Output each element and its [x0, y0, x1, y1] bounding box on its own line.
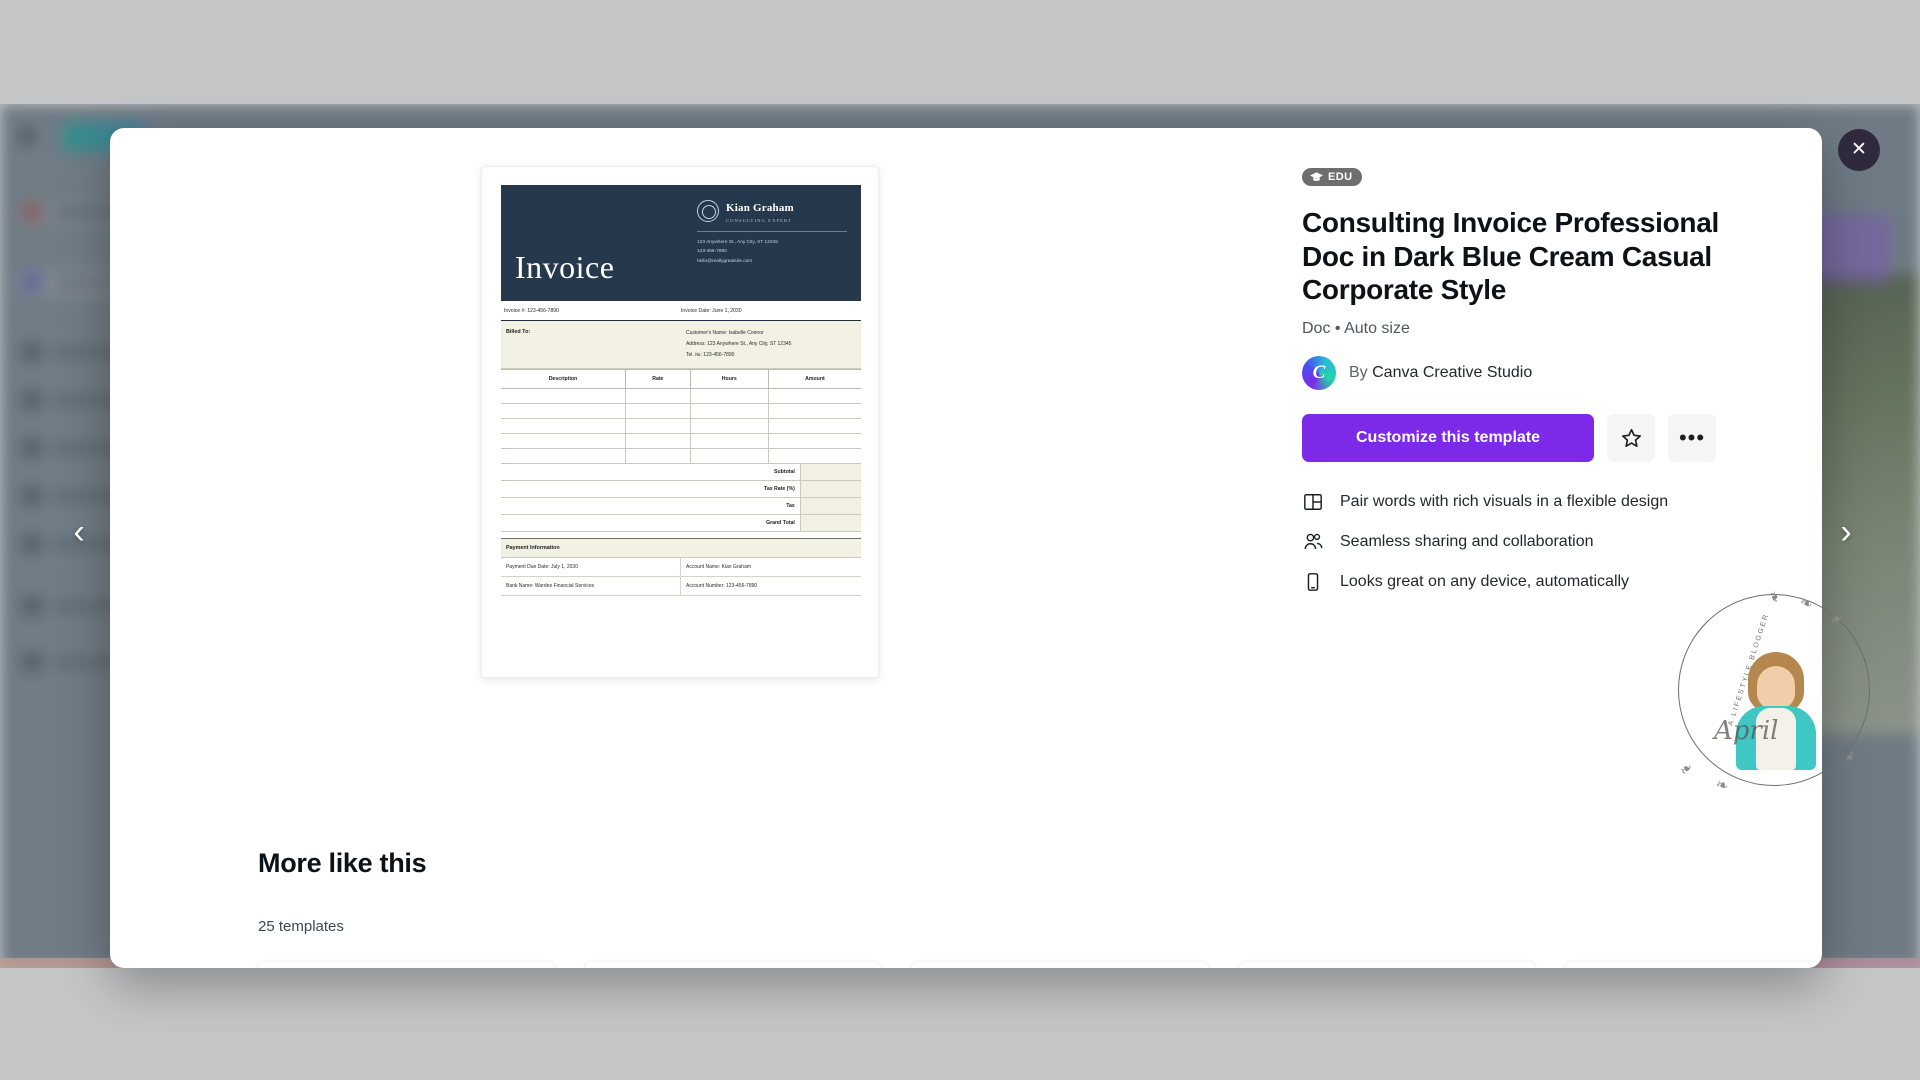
account-number: Account Number: 123-456-7890 [686, 583, 758, 589]
line-items-table: Description Rate Hours Amount [501, 369, 861, 464]
tax-rate-label: Tax Rate (%) [764, 486, 795, 492]
column-header-description: Description [501, 369, 626, 389]
layout-columns-icon [1302, 492, 1324, 512]
table-row [501, 403, 861, 419]
invoice-document: Invoice Kian Graham CONSULTING EXPERT 12… [501, 185, 861, 596]
table-row [501, 418, 861, 434]
favorite-star-button[interactable] [1607, 414, 1655, 462]
list-item[interactable]: CommercialInvoice Date: MM/DD/YYYY Invoi… [585, 962, 881, 968]
template-preview[interactable]: Invoice Kian Graham CONSULTING EXPERT 12… [481, 166, 879, 678]
column-header-amount: Amount [768, 369, 861, 389]
brand-role: CONSULTING EXPERT [726, 218, 792, 223]
table-header-row: Description Rate Hours Amount [501, 369, 861, 389]
feature-label: Seamless sharing and collaboration [1340, 533, 1594, 550]
invoice-date: Invoice Date: June 1, 2030 [681, 308, 742, 314]
totals-row: Subtotal [501, 464, 861, 481]
feature-label: Looks great on any device, automatically [1340, 573, 1630, 590]
more-options-button[interactable]: ••• [1668, 414, 1716, 462]
close-icon[interactable]: ✕ [1838, 129, 1880, 171]
contact-phone: 123-456-7890 [697, 249, 727, 255]
tax-label: Tax [786, 503, 795, 509]
billed-to-section: Billed To: Customer's Name: Isabelle Con… [501, 321, 861, 369]
star-icon [1621, 428, 1641, 447]
invoice-brand: Kian Graham CONSULTING EXPERT 123 Anywhe… [697, 198, 847, 288]
totals-row: Tax [501, 498, 861, 515]
brand-name: Kian Graham [726, 202, 794, 214]
status-badge: EDU [1302, 168, 1363, 186]
customize-template-button[interactable]: Customize this template [1302, 414, 1594, 462]
feature-item: Seamless sharing and collaboration [1302, 532, 1593, 552]
bank-name: Bank Name: Wardee Financial Services [501, 577, 681, 595]
preview-column: Invoice Kian Graham CONSULTING EXPERT 12… [110, 128, 1302, 968]
feature-label: Pair words with rich visuals in a flexib… [1340, 493, 1669, 510]
mobile-device-icon [1302, 572, 1324, 592]
payment-heading: Payment Information [501, 538, 861, 558]
invoice-header: Invoice Kian Graham CONSULTING EXPERT 12… [501, 185, 861, 301]
customer-phone: Tel. №: 123-456-7890 [686, 352, 735, 358]
table-row [501, 388, 861, 404]
totals-row: Grand Total [501, 515, 861, 532]
next-template-button[interactable]: › [1822, 508, 1870, 556]
template-meta: Doc • Auto size [1302, 320, 1410, 337]
payment-due-date: Payment Due Date: July 1, 2030 [501, 558, 681, 576]
list-item[interactable]: Weisenham Tech Solutions Invoice Invoice… [912, 962, 1208, 968]
payment-row: Bank Name: Wardee Financial Services Acc… [501, 577, 861, 596]
details-column: EDU Consulting Invoice Professional Doc … [1302, 128, 1822, 968]
subtotal-label: Subtotal [774, 469, 795, 475]
billed-to-label: Billed To: [506, 329, 531, 335]
list-item[interactable]: Larissa Charter Financial Consultant Inv… [1239, 962, 1535, 968]
seal-icon [697, 199, 719, 222]
page-title: Consulting Invoice Professional Doc in D… [1302, 207, 1719, 306]
customer-address: Address: 123 Anywhere St., Any City, ST … [686, 341, 792, 347]
badge-label: EDU [1328, 171, 1353, 183]
list-item[interactable]: Invoice Daniel Leonard Management Consul… [1566, 962, 1822, 968]
canva-logo-icon: C [1302, 356, 1336, 390]
invoice-number: Invoice #: 123-456-7890 [504, 308, 559, 314]
author-label: By Canva Creative Studio [1349, 364, 1532, 382]
customer-name: Customer's Name: Isabelle Connor [686, 330, 764, 336]
column-header-rate: Rate [625, 369, 691, 389]
totals-row: Tax Rate (%) [501, 481, 861, 498]
contact-email: hello@reallygreatsite.com [697, 258, 753, 264]
invoice-meta: Invoice #: 123-456-7890 Invoice Date: Ju… [501, 301, 861, 321]
feature-item: Looks great on any device, automatically [1302, 572, 1629, 592]
related-templates-row: Jessie Bold INVOICE 123 Anywhere St, Any… [258, 962, 1822, 968]
table-row [501, 448, 861, 464]
action-row: Customize this template ••• [1302, 414, 1716, 462]
contact-address: 123 Anywhere St., Any City, ST 12345 [697, 240, 778, 245]
author-row[interactable]: C By Canva Creative Studio [1302, 356, 1532, 390]
template-detail-modal: Invoice Kian Graham CONSULTING EXPERT 12… [110, 128, 1822, 968]
author-name: Canva Creative Studio [1372, 364, 1533, 381]
column-header-hours: Hours [690, 369, 769, 389]
graduation-cap-icon [1310, 171, 1323, 181]
table-row [501, 433, 861, 449]
divider [697, 231, 847, 232]
people-group-icon [1302, 532, 1324, 552]
template-count: 25 templates [258, 918, 344, 935]
feature-item: Pair words with rich visuals in a flexib… [1302, 492, 1668, 512]
more-like-this-heading: More like this [258, 848, 427, 878]
ellipsis-icon: ••• [1678, 425, 1706, 450]
payment-row: Payment Due Date: July 1, 2030 Account N… [501, 558, 861, 577]
previous-template-button[interactable]: ‹ [55, 508, 103, 556]
list-item[interactable]: Jessie Bold INVOICE 123 Anywhere St, Any… [258, 962, 554, 968]
author-prefix: By [1349, 364, 1373, 381]
invoice-title: Invoice [515, 249, 615, 285]
account-name: Account Name: Kian Graham [686, 564, 752, 570]
grand-total-label: Grand Total [766, 520, 795, 526]
